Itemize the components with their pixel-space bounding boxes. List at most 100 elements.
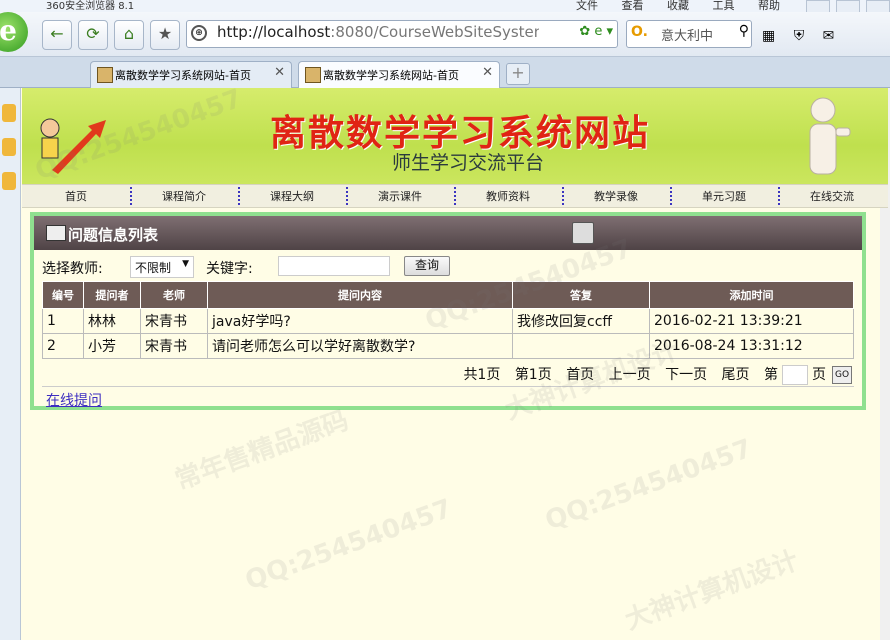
cell-reply	[512, 333, 650, 359]
divider	[42, 386, 854, 387]
app-title: 360安全浏览器 8.1	[46, 1, 135, 12]
table-row: 1 林林 宋青书 java好学吗? 我修改回复ccff 2016-02-21 1…	[42, 308, 854, 334]
refresh-button[interactable]: ⟳	[78, 20, 108, 50]
cell-added-time: 2016-02-21 13:39:21	[649, 308, 854, 334]
search-icon[interactable]: ⚲	[739, 23, 749, 39]
nav-course-intro[interactable]: 课程简介	[130, 188, 238, 204]
col-header-added-time: 添加时间	[649, 281, 854, 309]
tab-label: 离散数学学习系统网站-首页	[115, 69, 251, 82]
nav-syllabus[interactable]: 课程大纲	[238, 188, 346, 204]
tab-close-icon[interactable]: ✕	[482, 65, 493, 80]
site-subtitle: 师生学习交流平台	[392, 152, 545, 174]
print-icon[interactable]	[572, 222, 594, 244]
list-icon	[46, 225, 66, 241]
back-button[interactable]: ←	[42, 20, 72, 50]
keyword-input[interactable]	[278, 256, 390, 276]
ask-question-link[interactable]: 在线提问	[46, 390, 102, 410]
browser-sidebar	[0, 88, 21, 640]
cell-content[interactable]: 请问老师怎么可以学好离散数学?	[207, 333, 513, 359]
search-box[interactable]: O. 意大利中 ⚲	[626, 20, 752, 48]
watermark-text: QQ:254540457	[241, 493, 456, 597]
watermark-text: QQ:254540457	[541, 433, 756, 537]
cell-asker: 小芳	[83, 333, 141, 359]
pager-next-link[interactable]: 下一页	[665, 367, 707, 383]
cell-id: 2	[42, 333, 84, 359]
browser-toolbar: e ← ⟳ ⌂ ★ ⊕ http://localhost:8080/Course…	[0, 12, 890, 57]
pagination: 共1页 第1页 首页 上一页 下一页 尾页 第 页 GO	[453, 364, 852, 385]
teacher-select[interactable]: 不限制 ▼	[130, 256, 194, 278]
menu-favorites[interactable]: 收藏	[667, 0, 689, 12]
col-header-reply: 答复	[512, 281, 650, 309]
question-list-panel: 问题信息列表 选择教师: 不限制 ▼ 关键字: 查询 编号 提问者 老师 提问内…	[30, 212, 866, 410]
watermark-text: 大神计算机设计	[621, 545, 803, 637]
table-row: 2 小芳 宋青书 请问老师怎么可以学好离散数学? 2016-08-24 13:3…	[42, 333, 854, 359]
go-button[interactable]: GO	[832, 366, 852, 384]
menu-file[interactable]: 文件	[576, 0, 598, 12]
extension-icon[interactable]: ✉	[823, 28, 835, 44]
address-bar[interactable]: ⊕ http://localhost:8080/CourseWebSiteSys…	[186, 20, 618, 48]
chevron-down-icon: ▼	[182, 259, 189, 269]
nav-slides[interactable]: 演示课件	[346, 188, 454, 204]
new-tab-button[interactable]: +	[506, 63, 530, 85]
search-engine-icon[interactable]: O.	[631, 24, 648, 40]
pager-last-link[interactable]: 尾页	[722, 367, 750, 383]
address-actions-icon[interactable]: ✿ e ▾	[579, 24, 613, 39]
pager-goto-suffix: 页	[812, 367, 826, 383]
menu-tools[interactable]: 工具	[713, 0, 735, 12]
site-banner: 离散数学学习系统网站 师生学习交流平台	[22, 88, 888, 184]
site-info-icon[interactable]: ⊕	[191, 25, 207, 41]
col-header-teacher: 老师	[140, 281, 208, 309]
toolbar-extensions: ▦ ⛨ ✉	[762, 28, 848, 44]
tab-label: 离散数学学习系统网站-首页	[323, 69, 459, 82]
nav-online-chat[interactable]: 在线交流	[778, 188, 886, 204]
page-favicon-icon	[305, 67, 321, 83]
cell-reply: 我修改回复ccff	[512, 308, 650, 334]
page-number-input[interactable]	[782, 365, 808, 385]
url-text[interactable]: http://localhost:8080/CourseWebSiteSyste…	[217, 23, 539, 41]
shield-icon[interactable]: ⛨	[794, 28, 805, 44]
favorite-star-icon[interactable]: ★	[150, 20, 180, 50]
menu-help[interactable]: 帮助	[758, 0, 780, 12]
nav-videos[interactable]: 教学录像	[562, 188, 670, 204]
nav-exercises[interactable]: 单元习题	[670, 188, 778, 204]
runner-arrow-graphic	[40, 118, 106, 174]
col-header-content: 提问内容	[207, 281, 513, 309]
cell-asker: 林林	[83, 308, 141, 334]
pager-prev-link[interactable]: 上一页	[609, 367, 651, 383]
table-header-row: 编号 提问者 老师 提问内容 答复 添加时间	[42, 281, 854, 309]
watermark-text: 常年售精品源码	[171, 405, 353, 497]
col-header-id: 编号	[42, 281, 84, 309]
site-nav-menu: 首页 课程简介 课程大纲 演示课件 教师资料 教学录像 单元习题 在线交流	[22, 184, 888, 208]
cell-added-time: 2016-08-24 13:31:12	[649, 333, 854, 359]
tab-2[interactable]: 离散数学学习系统网站-首页 ✕	[298, 61, 500, 88]
pager-goto-prefix: 第	[764, 367, 778, 383]
tab-bar: 离散数学学习系统网站-首页 ✕ 离散数学学习系统网站-首页 ✕ +	[0, 57, 890, 88]
search-button[interactable]: 查询	[404, 256, 450, 276]
search-input[interactable]: 意大利中	[661, 25, 713, 44]
apps-icon[interactable]: ▦	[762, 28, 775, 44]
thumbs-up-figure-graphic	[809, 97, 851, 175]
window-titlebar: 360安全浏览器 8.1 文件 查看 收藏 工具 帮助	[0, 0, 890, 13]
pager-first-link[interactable]: 首页	[566, 367, 594, 383]
browser-logo-icon: e	[0, 12, 28, 52]
sidebar-info-icon[interactable]	[2, 172, 16, 190]
cell-teacher: 宋青书	[140, 333, 208, 359]
home-button[interactable]: ⌂	[114, 20, 144, 50]
panel-title: 问题信息列表	[68, 226, 159, 244]
tab-1[interactable]: 离散数学学习系统网站-首页 ✕	[90, 61, 292, 88]
keyword-label: 关键字:	[206, 261, 253, 277]
menu-view[interactable]: 查看	[622, 0, 644, 12]
col-header-asker: 提问者	[83, 281, 141, 309]
tab-close-icon[interactable]: ✕	[274, 65, 285, 80]
cell-content[interactable]: java好学吗?	[207, 308, 513, 334]
nav-home[interactable]: 首页	[22, 188, 130, 204]
teacher-select-value: 不限制	[135, 261, 172, 275]
cell-teacher: 宋青书	[140, 308, 208, 334]
pager-current: 第1页	[514, 367, 552, 383]
sidebar-star-icon[interactable]	[2, 104, 16, 122]
page-favicon-icon	[97, 67, 113, 83]
nav-teachers[interactable]: 教师资料	[454, 188, 562, 204]
sidebar-tool-icon[interactable]	[2, 138, 16, 156]
panel-header: 问题信息列表	[34, 216, 862, 250]
teacher-label: 选择教师:	[42, 261, 103, 277]
